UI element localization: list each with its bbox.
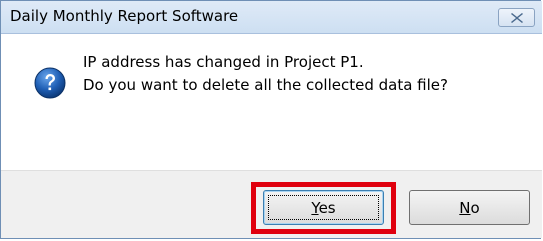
close-icon <box>510 12 523 23</box>
button-bar: Yes No <box>1 170 542 238</box>
no-label-rest: o <box>470 198 480 217</box>
message-dialog: Daily Monthly Report Software IP address… <box>0 0 542 239</box>
question-mark-icon <box>34 67 66 99</box>
dialog-content: IP address has changed in Project P1. Do… <box>1 34 542 170</box>
no-button[interactable]: No <box>409 190 530 225</box>
no-mnemonic: N <box>459 198 471 217</box>
no-button-label: No <box>459 199 479 217</box>
message-line-1: IP address has changed in Project P1. <box>83 53 364 71</box>
focus-rectangle <box>268 195 379 220</box>
yes-button[interactable]: Yes <box>263 190 384 225</box>
dialog-message: IP address has changed in Project P1. Do… <box>83 51 448 97</box>
window-title: Daily Monthly Report Software <box>10 7 239 25</box>
close-button[interactable] <box>498 8 535 27</box>
title-bar[interactable]: Daily Monthly Report Software <box>1 1 542 34</box>
message-line-2: Do you want to delete all the collected … <box>83 76 448 94</box>
